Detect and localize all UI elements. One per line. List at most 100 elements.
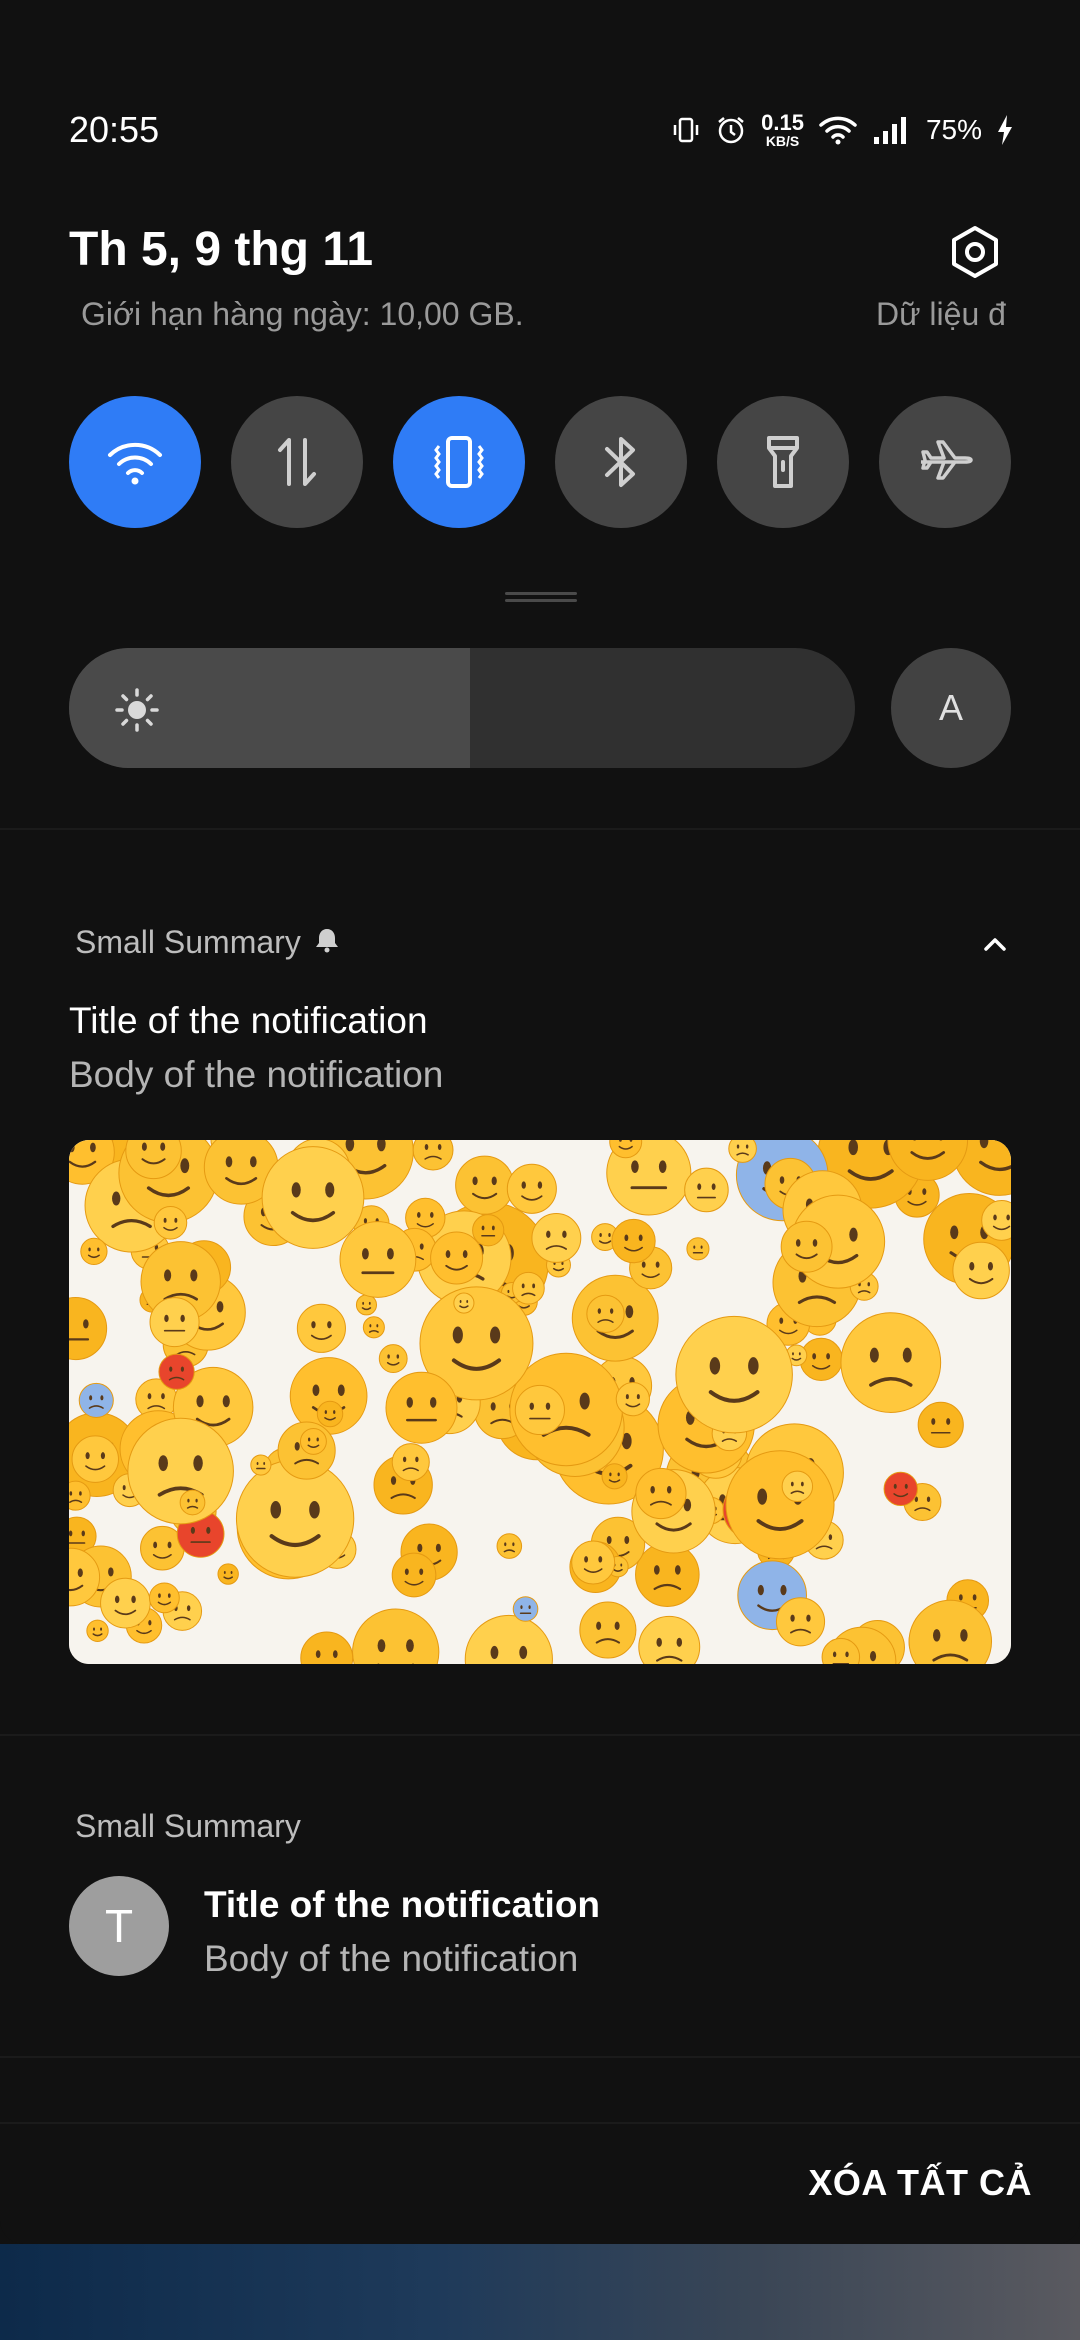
data-usage-marquee: Giới hạn hàng ngày: 10,00 GB. Dữ liệu đ <box>69 296 1014 340</box>
emoji-face <box>78 1382 114 1418</box>
flashlight-icon <box>767 436 799 488</box>
emoji-face <box>725 1450 835 1560</box>
collapse-notification-button[interactable] <box>975 924 1015 964</box>
status-bar: 20:55 0.15 KB/S 75% <box>69 100 1014 160</box>
notification-shade: 20:55 0.15 KB/S 75% Th 5, 9 thg 11 Giới … <box>0 0 1080 2244</box>
clear-all-button[interactable]: XÓA TẤT CẢ <box>808 2162 1032 2204</box>
section-divider <box>0 2122 1080 2124</box>
toggle-wifi[interactable] <box>69 396 201 528</box>
mobile-data-icon <box>278 438 316 486</box>
emoji-face <box>781 1470 814 1503</box>
wifi-icon <box>818 114 858 146</box>
emoji-face <box>686 1237 710 1261</box>
section-divider <box>0 828 1080 830</box>
emoji-face <box>684 1167 729 1213</box>
net-speed-unit: KB/S <box>765 133 800 149</box>
emoji-face <box>339 1221 417 1298</box>
chevron-up-icon <box>984 938 1006 951</box>
toggle-flashlight[interactable] <box>717 396 849 528</box>
net-speed: 0.15 KB/S <box>761 110 804 149</box>
emoji-face <box>675 1315 793 1434</box>
bluetooth-icon <box>605 437 635 487</box>
brightness-slider[interactable] <box>69 648 855 768</box>
emoji-face <box>127 1417 234 1525</box>
emoji-face <box>917 1401 964 1448</box>
date: Th 5, 9 thg 11 <box>69 223 374 276</box>
net-speed-value: 0.15 <box>761 110 804 135</box>
emoji-face <box>775 1597 826 1647</box>
emoji-face <box>611 1218 656 1264</box>
toggle-bluetooth[interactable] <box>555 396 687 528</box>
vibrate-icon <box>671 115 701 145</box>
notification-app-name: Small Summary <box>75 924 339 961</box>
emoji-face <box>316 1400 344 1428</box>
emoji-face <box>586 1294 625 1334</box>
emoji-face <box>455 1155 515 1215</box>
notification-app-name: Small Summary <box>75 1808 301 1844</box>
emoji-face <box>453 1292 475 1314</box>
emoji-face <box>472 1214 505 1247</box>
section-divider <box>0 1734 1080 1736</box>
emoji-face <box>506 1163 557 1214</box>
notification-body[interactable]: Body of the notification <box>204 1938 578 1980</box>
emoji-face <box>148 1582 180 1614</box>
emoji-face <box>250 1454 272 1476</box>
status-icons: 0.15 KB/S 75% <box>671 112 1014 148</box>
emoji-face <box>635 1467 687 1520</box>
auto-brightness-button[interactable]: A <box>891 648 1011 768</box>
wallpaper-strip <box>0 2244 1080 2340</box>
settings-icon <box>952 226 998 278</box>
emoji-face <box>355 1294 378 1316</box>
emoji-face <box>579 1601 637 1659</box>
emoji-face <box>149 1297 200 1348</box>
quick-toggles <box>69 396 1011 528</box>
bell-icon <box>315 924 339 961</box>
emoji-face <box>391 1443 430 1482</box>
emoji-face <box>601 1463 628 1490</box>
clock: 20:55 <box>69 109 160 150</box>
emoji-face <box>840 1312 942 1413</box>
emoji-face <box>615 1382 650 1417</box>
emoji-face <box>385 1371 458 1444</box>
notification-body[interactable]: Body of the notification <box>69 1054 443 1096</box>
emoji-face <box>296 1303 346 1353</box>
expand-handle[interactable] <box>505 592 577 604</box>
emoji-face <box>71 1435 119 1483</box>
emoji-face <box>571 1540 616 1585</box>
signal-icon <box>872 115 912 145</box>
emoji-face <box>883 1471 918 1507</box>
emoji-face <box>217 1563 239 1585</box>
section-divider <box>0 2056 1080 2058</box>
emoji-face <box>299 1427 327 1455</box>
emoji-face <box>235 1459 355 1578</box>
avatar: T <box>69 1876 169 1976</box>
emoji-face <box>153 1206 188 1240</box>
emoji-face <box>158 1353 195 1390</box>
notification-image[interactable] <box>69 1140 1011 1664</box>
emoji-face <box>100 1577 151 1629</box>
emoji-face <box>179 1489 206 1516</box>
brightness-icon <box>113 686 161 739</box>
emoji-face <box>86 1619 109 1642</box>
toggle-vibrate[interactable] <box>393 396 525 528</box>
settings-button[interactable] <box>945 222 1005 282</box>
vibrate-icon <box>434 436 484 488</box>
notification-app-label: Small Summary <box>75 924 301 960</box>
toggle-airplane-mode[interactable] <box>879 396 1011 528</box>
emoji-face <box>430 1231 484 1285</box>
charging-icon <box>996 114 1014 146</box>
emoji-face <box>512 1271 545 1305</box>
notification-title[interactable]: Title of the notification <box>69 1000 428 1042</box>
data-used-text: Dữ liệu đ <box>876 296 1006 332</box>
emoji-face <box>780 1220 833 1273</box>
airplane-icon <box>921 440 973 480</box>
emoji-face <box>378 1344 408 1373</box>
battery-percent: 75% <box>925 114 982 145</box>
emoji-face <box>728 1140 757 1163</box>
emoji-face <box>952 1241 1010 1300</box>
toggle-mobile-data[interactable] <box>231 396 363 528</box>
notification-title[interactable]: Title of the notification <box>204 1884 600 1926</box>
alarm-icon <box>715 114 747 146</box>
wifi-icon <box>108 442 162 485</box>
emoji-face <box>362 1316 385 1339</box>
